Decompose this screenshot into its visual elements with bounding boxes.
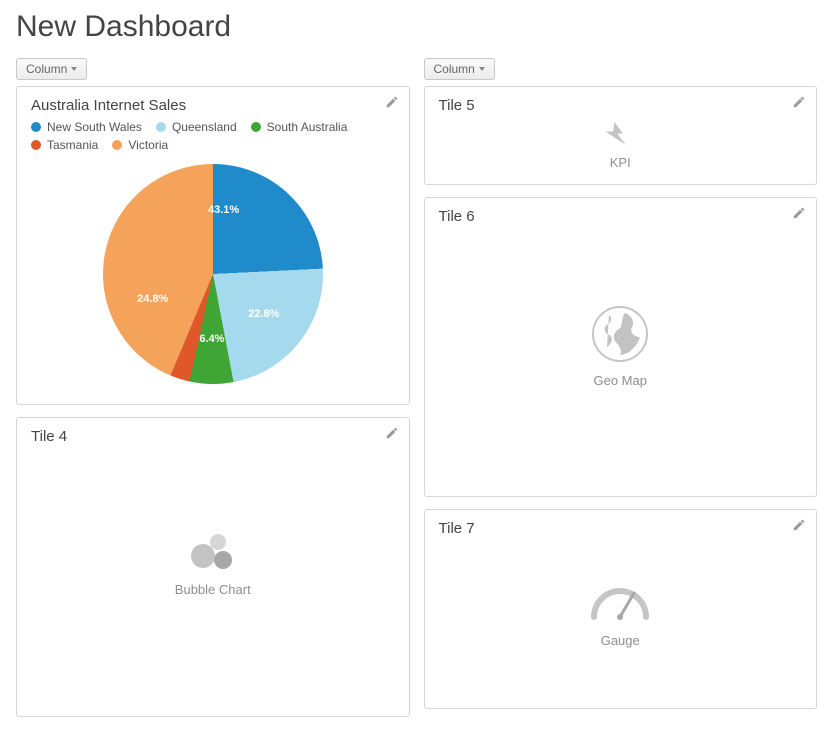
legend-dot — [31, 140, 41, 150]
column-right: Column Tile 5 KPI Tile 6 — [424, 58, 818, 729]
tile-title: Tile 4 — [31, 428, 395, 445]
placeholder-label: KPI — [610, 155, 631, 170]
column-left: Column Australia Internet Sales New Sout… — [16, 58, 410, 729]
placeholder: KPI — [439, 120, 803, 170]
tile-4: Tile 4 Bubble Chart — [16, 417, 410, 717]
gauge-icon — [588, 579, 652, 623]
pie-legend: New South Wales Queensland South Austral… — [31, 120, 395, 152]
tile-title: Australia Internet Sales — [31, 97, 395, 114]
pie-slice-label: 24.8% — [137, 293, 168, 305]
pie-slice-label: 22.8% — [248, 308, 279, 320]
pie-slice-label: 6.4% — [199, 333, 224, 345]
pie-chart: 43.1% 22.8% 6.4% 24.8% — [103, 164, 323, 384]
pencil-icon[interactable] — [385, 95, 399, 109]
legend-label: Victoria — [128, 138, 168, 152]
legend-item: Tasmania — [31, 138, 98, 152]
legend-label: New South Wales — [47, 120, 142, 134]
column-menu-button-left[interactable]: Column — [16, 58, 87, 80]
legend-dot — [251, 122, 261, 132]
placeholder: Bubble Chart — [31, 451, 395, 671]
pencil-icon[interactable] — [792, 206, 806, 220]
chevron-down-icon — [71, 67, 77, 71]
placeholder: Geo Map — [439, 231, 803, 461]
legend-label: South Australia — [267, 120, 348, 134]
tile-title: Tile 6 — [439, 208, 803, 225]
tile-australia-internet-sales: Australia Internet Sales New South Wales… — [16, 86, 410, 405]
pie-chart-container: 43.1% 22.8% 6.4% 24.8% — [31, 158, 395, 390]
globe-icon — [591, 305, 649, 363]
column-menu-label: Column — [434, 62, 475, 76]
bubble-chart-icon — [185, 526, 241, 572]
pencil-icon[interactable] — [792, 95, 806, 109]
pencil-icon[interactable] — [385, 426, 399, 440]
pie-slice-label: 43.1% — [208, 204, 239, 216]
kpi-icon — [605, 120, 635, 145]
legend-item: South Australia — [251, 120, 348, 134]
legend-dot — [156, 122, 166, 132]
placeholder-label: Gauge — [601, 633, 640, 648]
legend-dot — [31, 122, 41, 132]
chevron-down-icon — [479, 67, 485, 71]
pencil-icon[interactable] — [792, 518, 806, 532]
placeholder-label: Geo Map — [594, 373, 647, 388]
legend-item: Victoria — [112, 138, 168, 152]
legend-dot — [112, 140, 122, 150]
tile-5: Tile 5 KPI — [424, 86, 818, 185]
dashboard-columns: Column Australia Internet Sales New Sout… — [16, 58, 817, 729]
tile-7: Tile 7 Gauge — [424, 509, 818, 709]
column-menu-label: Column — [26, 62, 67, 76]
tile-6: Tile 6 Geo Map — [424, 197, 818, 497]
tile-title: Tile 7 — [439, 520, 803, 537]
legend-item: New South Wales — [31, 120, 142, 134]
tile-title: Tile 5 — [439, 97, 803, 114]
legend-label: Tasmania — [47, 138, 98, 152]
page-title: New Dashboard — [16, 10, 817, 44]
legend-label: Queensland — [172, 120, 237, 134]
placeholder-label: Bubble Chart — [175, 582, 251, 597]
placeholder: Gauge — [439, 543, 803, 683]
column-menu-button-right[interactable]: Column — [424, 58, 495, 80]
legend-item: Queensland — [156, 120, 237, 134]
